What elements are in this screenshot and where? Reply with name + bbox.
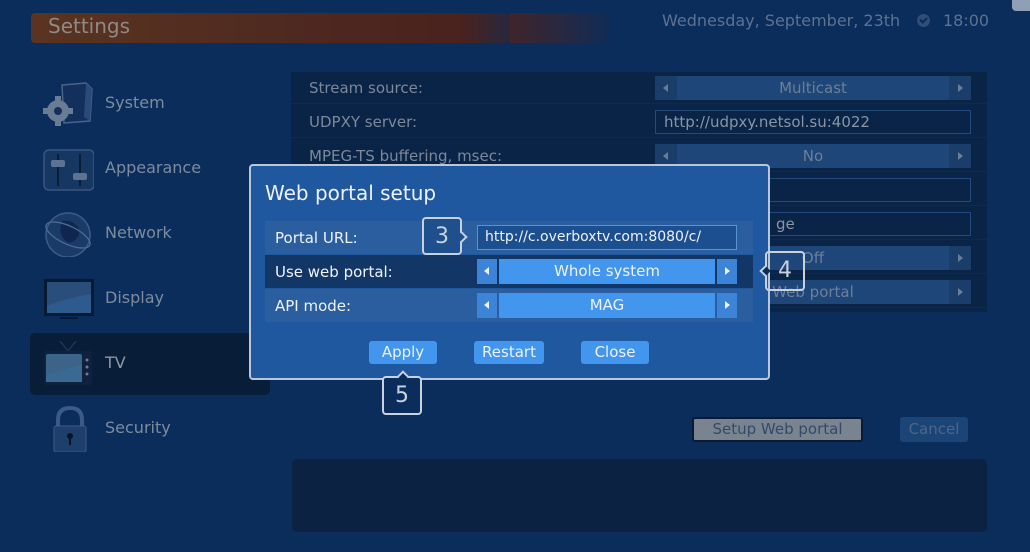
arrow-left-icon[interactable] [477, 293, 497, 318]
sidebar-item-label: Display [105, 288, 164, 307]
sidebar-item-label: Security [105, 418, 171, 437]
dialog-title: Web portal setup [265, 181, 437, 205]
sidebar-item-system[interactable]: System [30, 73, 270, 135]
cancel-button[interactable]: Cancel [900, 417, 968, 442]
padlock-icon [53, 406, 87, 452]
date-display: Wednesday, September, 23th [662, 11, 901, 30]
sidebar-item-security[interactable]: Security [30, 398, 270, 460]
dialog-row-use-web-portal: Use web portal: Whole system [265, 255, 753, 288]
sliders-icon [43, 149, 94, 191]
settings-row-udpxy: UDPXY server: http://udpxy.netsol.su:402… [291, 106, 987, 138]
web-portal-setup-dialog: Web portal setup Portal URL: http://c.ov… [249, 164, 770, 380]
corner-widget [1012, 0, 1030, 11]
dialog-row-portal-url: Portal URL: http://c.overboxtv.com:8080/… [265, 221, 753, 254]
row-label: UDPXY server: [309, 113, 418, 131]
info-box [292, 459, 987, 532]
tv-icon [44, 341, 92, 385]
use-web-portal-selector[interactable]: Whole system [477, 259, 737, 284]
api-mode-selector[interactable]: MAG [477, 293, 737, 318]
page-title: Settings [48, 14, 131, 38]
arrow-right-icon[interactable] [717, 293, 737, 318]
dialog-row-api-mode: API mode: MAG [265, 289, 753, 322]
row-label: Stream source: [309, 79, 423, 97]
sidebar-item-network[interactable]: Network [30, 203, 270, 265]
selector-value: Whole system [499, 259, 715, 284]
monitor-icon [44, 279, 94, 319]
sidebar-item-label: TV [105, 353, 126, 372]
close-button[interactable]: Close [581, 341, 649, 364]
sidebar-item-display[interactable]: Display [30, 268, 270, 330]
callout-number: 5 [395, 383, 409, 408]
arrow-right-icon[interactable] [949, 76, 971, 100]
sidebar-item-label: Appearance [105, 158, 202, 177]
setup-web-portal-button[interactable]: Setup Web portal [692, 417, 863, 442]
sidebar-item-appearance[interactable]: Appearance [30, 138, 270, 200]
apply-button[interactable]: Apply [369, 341, 437, 364]
sidebar-item-tv[interactable]: TV [30, 333, 270, 395]
step-callout-4: 4 [759, 251, 805, 291]
arrow-left-icon[interactable] [655, 76, 677, 100]
row-label: Use web portal: [275, 263, 393, 281]
selector-value: Multicast [677, 76, 949, 100]
row-label: Portal URL: [275, 229, 358, 247]
callout-number: 3 [435, 224, 449, 249]
arrow-right-icon[interactable] [717, 259, 737, 284]
clock-icon [916, 13, 931, 28]
time-display: 18:00 [943, 11, 990, 30]
gear-box-icon [43, 82, 93, 126]
stream-source-selector[interactable]: Multicast [655, 76, 971, 100]
step-callout-5: 5 [382, 370, 422, 415]
callout-number: 4 [778, 258, 792, 283]
restart-button[interactable]: Restart [474, 341, 544, 364]
title-bar-fade [509, 13, 609, 43]
arrow-right-icon[interactable] [949, 246, 971, 270]
udpxy-server-input[interactable]: http://udpxy.netsol.su:4022 [655, 110, 971, 134]
row-label: API mode: [275, 297, 352, 315]
arrow-left-icon[interactable] [477, 259, 497, 284]
sidebar-item-label: System [105, 93, 165, 112]
portal-url-input[interactable]: http://c.overboxtv.com:8080/c/ [477, 225, 737, 250]
arrow-right-icon[interactable] [949, 280, 971, 304]
globe-icon [45, 212, 91, 257]
step-callout-3: 3 [422, 217, 468, 255]
arrow-right-icon[interactable] [949, 144, 971, 168]
settings-row-stream-source: Stream source: Multicast [291, 72, 987, 104]
selector-value: MAG [499, 293, 715, 318]
sidebar-item-label: Network [105, 223, 172, 242]
row-label: MPEG-TS buffering, msec: [309, 147, 503, 165]
